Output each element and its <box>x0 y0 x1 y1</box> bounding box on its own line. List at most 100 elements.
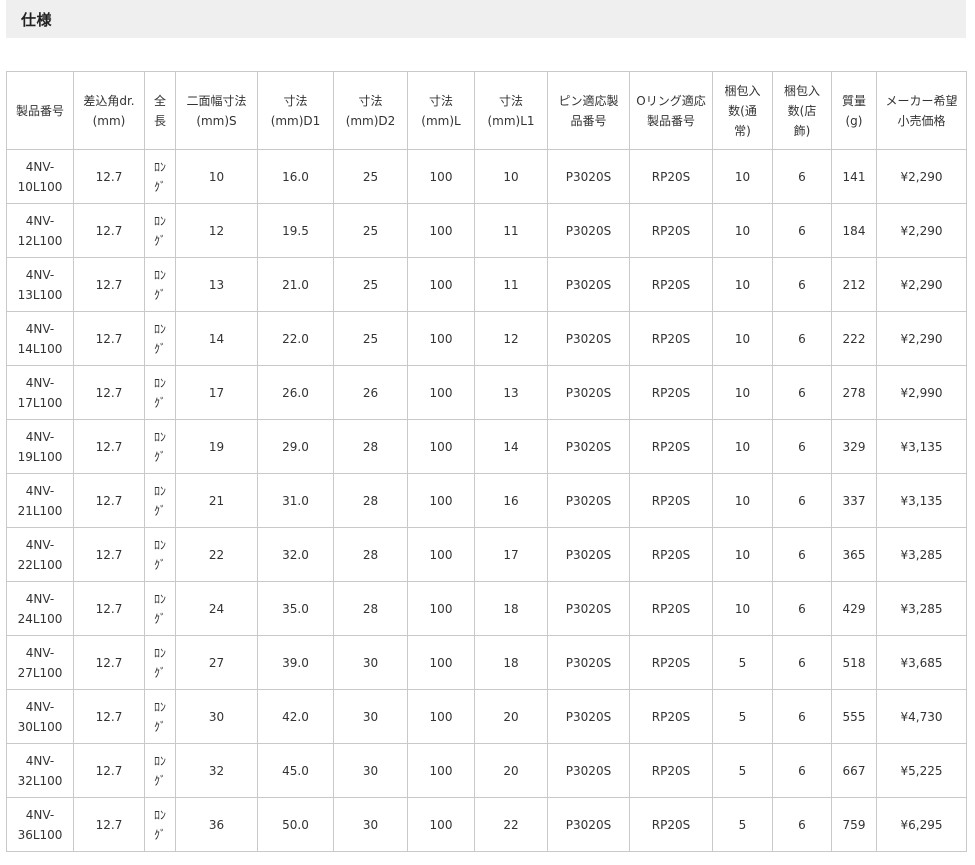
header-cell-pin-part: ピン適応製 品番号 <box>547 71 630 150</box>
cell-overall-length: ﾛﾝ ｸﾞ <box>144 635 176 690</box>
cell-l: 100 <box>407 311 475 366</box>
cell-l: 100 <box>407 257 475 312</box>
cell-d2: 28 <box>333 581 408 636</box>
cell-d1: 45.0 <box>257 743 334 798</box>
cell-price: ¥3,135 <box>876 419 967 474</box>
cell-price: ¥3,685 <box>876 635 967 690</box>
cell-pin-part: P3020S <box>547 365 630 420</box>
cell-pack-store: 6 <box>772 257 832 312</box>
cell-price: ¥5,225 <box>876 743 967 798</box>
cell-overall-length: ﾛﾝ ｸﾞ <box>144 581 176 636</box>
cell-d2: 30 <box>333 689 408 744</box>
cell-overall-length: ﾛﾝ ｸﾞ <box>144 743 176 798</box>
header-cell-l1: 寸法 (mm)L1 <box>474 71 548 150</box>
cell-part-number: 4NV- 21L100 <box>6 473 74 528</box>
cell-pack-normal: 5 <box>712 797 773 852</box>
cell-oring-part: RP20S <box>629 257 713 312</box>
header-cell-pack-normal: 梱包入 数(通 常) <box>712 71 773 150</box>
cell-part-number: 4NV- 36L100 <box>6 797 74 852</box>
cell-pack-store: 6 <box>772 311 832 366</box>
header-cell-part-number: 製品番号 <box>6 71 74 150</box>
cell-width-across-flats: 36 <box>175 797 258 852</box>
cell-pin-part: P3020S <box>547 527 630 582</box>
cell-pin-part: P3020S <box>547 419 630 474</box>
cell-price: ¥2,290 <box>876 203 967 258</box>
cell-l: 100 <box>407 527 475 582</box>
table-row: 4NV- 30L100 12.7 ﾛﾝ ｸﾞ 30 42.0 30 100 20 P3020S R… <box>6 689 967 744</box>
cell-pin-part: P3020S <box>547 689 630 744</box>
cell-part-number: 4NV- 27L100 <box>6 635 74 690</box>
cell-drive-size: 12.7 <box>73 689 145 744</box>
cell-drive-size: 12.7 <box>73 149 145 204</box>
cell-oring-part: RP20S <box>629 365 713 420</box>
cell-d1: 21.0 <box>257 257 334 312</box>
cell-drive-size: 12.7 <box>73 581 145 636</box>
cell-l: 100 <box>407 689 475 744</box>
cell-part-number: 4NV- 17L100 <box>6 365 74 420</box>
cell-l1: 12 <box>474 311 548 366</box>
table-row: 4NV- 27L100 12.7 ﾛﾝ ｸﾞ 27 39.0 30 100 18 P3020S R… <box>6 635 967 690</box>
cell-drive-size: 12.7 <box>73 797 145 852</box>
cell-pack-normal: 5 <box>712 689 773 744</box>
cell-price: ¥2,290 <box>876 257 967 312</box>
cell-mass: 141 <box>831 149 877 204</box>
cell-pack-normal: 10 <box>712 527 773 582</box>
cell-overall-length: ﾛﾝ ｸﾞ <box>144 149 176 204</box>
cell-l1: 10 <box>474 149 548 204</box>
cell-width-across-flats: 27 <box>175 635 258 690</box>
cell-l1: 11 <box>474 257 548 312</box>
cell-l: 100 <box>407 797 475 852</box>
cell-width-across-flats: 22 <box>175 527 258 582</box>
cell-pin-part: P3020S <box>547 581 630 636</box>
cell-mass: 667 <box>831 743 877 798</box>
cell-price: ¥3,135 <box>876 473 967 528</box>
cell-d1: 31.0 <box>257 473 334 528</box>
cell-overall-length: ﾛﾝ ｸﾞ <box>144 797 176 852</box>
cell-pack-normal: 10 <box>712 149 773 204</box>
header-cell-pack-store: 梱包入 数(店 飾) <box>772 71 832 150</box>
header-cell-price: メーカー希望 小売価格 <box>876 71 967 150</box>
cell-oring-part: RP20S <box>629 527 713 582</box>
cell-d1: 32.0 <box>257 527 334 582</box>
cell-mass: 329 <box>831 419 877 474</box>
cell-d2: 30 <box>333 635 408 690</box>
section-title: 仕様 <box>21 11 53 29</box>
cell-price: ¥6,295 <box>876 797 967 852</box>
cell-pack-normal: 10 <box>712 581 773 636</box>
table-row: 4NV- 14L100 12.7 ﾛﾝ ｸﾞ 14 22.0 25 100 12 P3020S R… <box>6 311 967 366</box>
cell-l1: 20 <box>474 743 548 798</box>
cell-d2: 28 <box>333 527 408 582</box>
cell-oring-part: RP20S <box>629 203 713 258</box>
table-row: 4NV- 36L100 12.7 ﾛﾝ ｸﾞ 36 50.0 30 100 22 P3020S R… <box>6 797 967 852</box>
cell-width-across-flats: 32 <box>175 743 258 798</box>
table-row: 4NV- 13L100 12.7 ﾛﾝ ｸﾞ 13 21.0 25 100 11 P3020S R… <box>6 257 967 312</box>
cell-price: ¥2,990 <box>876 365 967 420</box>
cell-pack-store: 6 <box>772 797 832 852</box>
cell-pack-store: 6 <box>772 149 832 204</box>
cell-pin-part: P3020S <box>547 797 630 852</box>
cell-drive-size: 12.7 <box>73 203 145 258</box>
table-row: 4NV- 17L100 12.7 ﾛﾝ ｸﾞ 17 26.0 26 100 13 P3020S R… <box>6 365 967 420</box>
cell-drive-size: 12.7 <box>73 473 145 528</box>
cell-d1: 35.0 <box>257 581 334 636</box>
cell-drive-size: 12.7 <box>73 365 145 420</box>
cell-pack-store: 6 <box>772 473 832 528</box>
cell-pack-store: 6 <box>772 581 832 636</box>
cell-pack-store: 6 <box>772 419 832 474</box>
cell-oring-part: RP20S <box>629 473 713 528</box>
cell-oring-part: RP20S <box>629 689 713 744</box>
cell-mass: 429 <box>831 581 877 636</box>
cell-pack-normal: 5 <box>712 635 773 690</box>
table-row: 4NV- 21L100 12.7 ﾛﾝ ｸﾞ 21 31.0 28 100 16 P3020S R… <box>6 473 967 528</box>
cell-part-number: 4NV- 22L100 <box>6 527 74 582</box>
cell-part-number: 4NV- 12L100 <box>6 203 74 258</box>
cell-part-number: 4NV- 32L100 <box>6 743 74 798</box>
cell-mass: 222 <box>831 311 877 366</box>
cell-l: 100 <box>407 581 475 636</box>
cell-width-across-flats: 30 <box>175 689 258 744</box>
cell-price: ¥2,290 <box>876 311 967 366</box>
header-cell-mass: 質量 (g) <box>831 71 877 150</box>
cell-pin-part: P3020S <box>547 257 630 312</box>
cell-pack-normal: 10 <box>712 419 773 474</box>
cell-part-number: 4NV- 10L100 <box>6 149 74 204</box>
